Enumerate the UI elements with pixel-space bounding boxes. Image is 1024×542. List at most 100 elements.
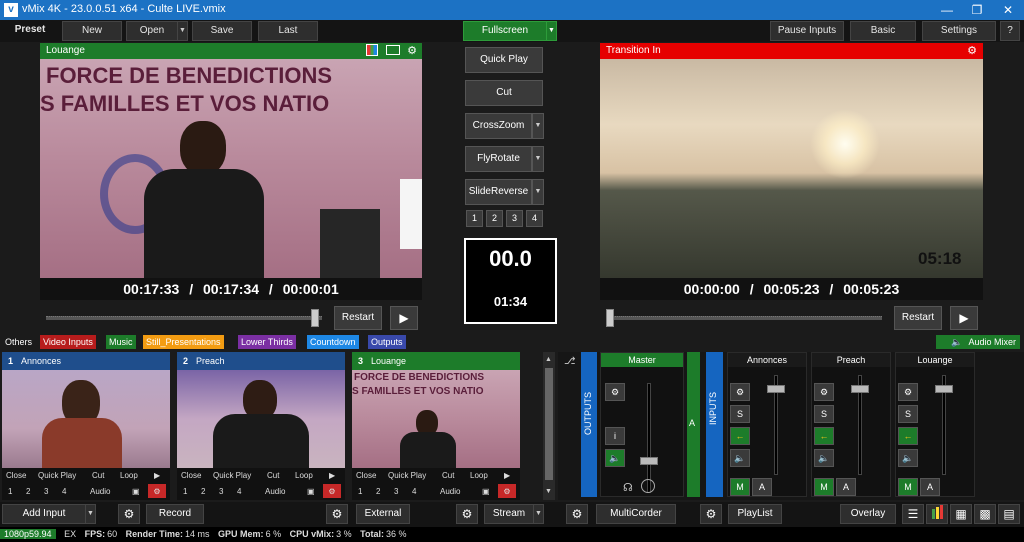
solo-button[interactable]: S xyxy=(730,405,750,423)
tab-countdown[interactable]: Countdown xyxy=(307,335,359,349)
tab-still-presentations[interactable]: Still_Presentations xyxy=(143,335,224,349)
route-arrow-icon[interactable]: ← xyxy=(898,427,918,445)
playlist-settings-gear-icon[interactable]: ⚙ xyxy=(700,504,722,524)
help-button[interactable]: ? xyxy=(1000,21,1020,41)
input-card-3[interactable]: 3 Louange FORCE DE BENEDICTIONS S FAMILLE… xyxy=(352,352,520,500)
quick-play-button[interactable]: Quick Play xyxy=(388,468,426,483)
mute-button[interactable]: M xyxy=(814,478,834,496)
transition-2-button[interactable]: FlyRotate xyxy=(465,146,532,172)
overlay-button[interactable]: Overlay xyxy=(840,504,896,524)
record-settings-gear-icon[interactable]: ⚙ xyxy=(118,504,140,524)
preview-seek-track[interactable] xyxy=(46,316,322,320)
fullscreen-button[interactable]: Fullscreen xyxy=(463,21,547,41)
output-restart-button[interactable]: Restart xyxy=(894,306,942,330)
transition-3-dropdown-icon[interactable]: ▼ xyxy=(532,179,544,205)
tab-others[interactable]: Others xyxy=(2,335,35,349)
transition-num-4[interactable]: 4 xyxy=(526,210,543,227)
tab-music[interactable]: Music xyxy=(106,335,136,349)
overlay-2-button[interactable]: 2 xyxy=(26,484,30,499)
preview-restart-button[interactable]: Restart xyxy=(334,306,382,330)
master-fader-track[interactable] xyxy=(647,383,651,493)
save-button[interactable]: Save xyxy=(192,21,252,41)
grid-layout-icon[interactable]: ▦ xyxy=(950,504,972,524)
route-arrow-icon[interactable]: ← xyxy=(730,427,750,445)
preview-seek-thumb[interactable] xyxy=(311,309,320,327)
multicorder-settings-gear-icon[interactable]: ⚙ xyxy=(566,504,588,524)
channel-speaker-icon[interactable]: 🔈 xyxy=(814,449,834,467)
channel-fader-knob[interactable] xyxy=(851,385,869,393)
master-info-button[interactable]: i xyxy=(605,427,625,445)
loop-button[interactable]: Loop xyxy=(295,468,313,483)
multicorder-button[interactable]: MultiCorder xyxy=(596,504,676,524)
close-button[interactable]: Close xyxy=(181,468,201,483)
scroll-down-icon[interactable]: ▼ xyxy=(545,488,552,495)
quick-play-button[interactable]: Quick Play xyxy=(38,468,76,483)
add-input-button[interactable]: Add Input xyxy=(2,504,86,524)
overlay-2-button[interactable]: 2 xyxy=(201,484,205,499)
snapshot-icon[interactable]: ▩ xyxy=(974,504,996,524)
close-icon[interactable]: ✕ xyxy=(993,0,1023,20)
output-seek-thumb[interactable] xyxy=(606,309,614,327)
play-icon[interactable]: ▶ xyxy=(504,468,510,483)
cut-button[interactable]: Cut xyxy=(442,468,454,483)
settings-button[interactable]: Settings xyxy=(922,21,996,41)
playlist-button[interactable]: PlayList xyxy=(728,504,782,524)
cut-button[interactable]: Cut xyxy=(465,80,543,106)
colour-bars-icon[interactable] xyxy=(366,44,378,56)
output-play-button[interactable]: ▶ xyxy=(950,306,978,330)
pause-inputs-button[interactable]: Pause Inputs xyxy=(770,21,844,41)
channel-speaker-icon[interactable]: 🔈 xyxy=(730,449,750,467)
input-card-2[interactable]: 2 Preach Close Quick Play Cut Loop ▶ 1 2 … xyxy=(177,352,345,500)
close-button[interactable]: Close xyxy=(6,468,26,483)
mute-button[interactable]: M xyxy=(898,478,918,496)
quick-play-button[interactable]: Quick Play xyxy=(465,47,543,73)
master-gain-knob[interactable] xyxy=(641,479,655,493)
monitor-icon[interactable]: ▣ xyxy=(307,484,315,499)
mute-button[interactable]: M xyxy=(730,478,750,496)
output-seek-track[interactable] xyxy=(606,316,882,320)
scroll-up-icon[interactable]: ▲ xyxy=(545,356,552,363)
play-icon[interactable]: ▶ xyxy=(154,468,160,483)
overlay-4-button[interactable]: 4 xyxy=(62,484,66,499)
solo-button[interactable]: S xyxy=(898,405,918,423)
bus-a-button[interactable]: A xyxy=(920,478,940,496)
inputs-scrollbar[interactable]: ▲ ▼ xyxy=(543,352,555,500)
overlay-4-button[interactable]: 4 xyxy=(237,484,241,499)
monitor-icon[interactable]: ▣ xyxy=(482,484,490,499)
overlay-1-button[interactable]: 1 xyxy=(8,484,12,499)
overlay-1-button[interactable]: 1 xyxy=(358,484,362,499)
cut-button[interactable]: Cut xyxy=(92,468,104,483)
output-settings-gear-icon[interactable]: ⚙ xyxy=(965,44,979,58)
external-button[interactable]: External xyxy=(356,504,410,524)
monitor-icon[interactable]: ▣ xyxy=(132,484,140,499)
stream-dropdown-icon[interactable]: ▼ xyxy=(533,504,544,524)
overlay-2-button[interactable]: 2 xyxy=(376,484,380,499)
stream-button[interactable]: Stream xyxy=(484,504,534,524)
open-button[interactable]: Open xyxy=(126,21,178,41)
solo-button[interactable]: S xyxy=(814,405,834,423)
master-fader-knob[interactable] xyxy=(640,457,658,465)
transition-2-dropdown-icon[interactable]: ▼ xyxy=(532,146,544,172)
master-settings-gear-icon[interactable]: ⚙ xyxy=(605,383,625,401)
input-settings-gear-icon[interactable]: ⚙ xyxy=(498,484,516,498)
quick-play-button[interactable]: Quick Play xyxy=(213,468,251,483)
tab-video-inputs[interactable]: Video Inputs xyxy=(40,335,96,349)
basic-button[interactable]: Basic xyxy=(850,21,916,41)
transition-1-button[interactable]: CrossZoom xyxy=(465,113,532,139)
route-arrow-icon[interactable]: ← xyxy=(814,427,834,445)
scroll-thumb[interactable] xyxy=(545,368,553,480)
input-settings-gear-icon[interactable]: ⚙ xyxy=(148,484,166,498)
last-button[interactable]: Last xyxy=(258,21,318,41)
minimize-icon[interactable]: — xyxy=(932,0,962,20)
channel-settings-gear-icon[interactable]: ⚙ xyxy=(814,383,834,401)
channel-speaker-icon[interactable]: 🔈 xyxy=(898,449,918,467)
play-icon[interactable]: ▶ xyxy=(329,468,335,483)
audio-button[interactable]: Audio xyxy=(265,484,285,499)
input-card-1[interactable]: 1 Annonces Close Quick Play Cut Loop ▶ 1 … xyxy=(2,352,170,500)
display-icon[interactable] xyxy=(386,45,400,55)
audio-button[interactable]: Audio xyxy=(90,484,110,499)
loop-button[interactable]: Loop xyxy=(120,468,138,483)
close-button[interactable]: Close xyxy=(356,468,376,483)
transition-num-2[interactable]: 2 xyxy=(486,210,503,227)
level-meter-icon[interactable] xyxy=(926,504,948,524)
